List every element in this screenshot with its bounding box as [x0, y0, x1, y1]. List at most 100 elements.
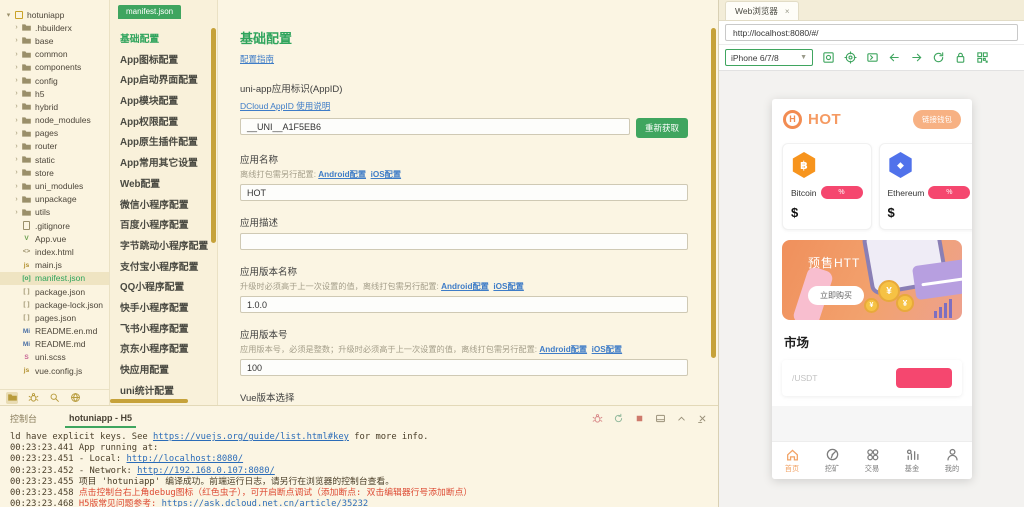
manifest-section-App图标配置[interactable]: App图标配置: [110, 51, 211, 72]
tree-item-uni_modules[interactable]: ›uni_modules: [0, 179, 109, 192]
tree-item-store[interactable]: ›store: [0, 166, 109, 179]
android-config-link[interactable]: Android配置: [441, 282, 489, 291]
tabbar-item-交易[interactable]: 交易: [852, 442, 892, 479]
console-tab-hotuniapp-h5[interactable]: hotuniapp - H5: [65, 409, 136, 428]
ios-config-link[interactable]: iOS配置: [493, 282, 523, 291]
manifest-section-Web配置[interactable]: Web配置: [110, 175, 211, 196]
tree-item-components[interactable]: ›components: [0, 61, 109, 74]
tree-item-vue.config.js[interactable]: jsvue.config.js: [0, 364, 109, 377]
back-icon[interactable]: [888, 51, 901, 64]
lock-icon[interactable]: [954, 51, 967, 64]
tree-item-README.md[interactable]: MiREADME.md: [0, 338, 109, 351]
presale-banner[interactable]: ¥ ¥ ¥ 预售HTT 立即购买: [782, 240, 962, 320]
screenshot-icon[interactable]: [822, 51, 835, 64]
globe-icon[interactable]: [69, 392, 81, 404]
manifest-section-微信小程序配置[interactable]: 微信小程序配置: [110, 196, 211, 217]
clear-icon[interactable]: [697, 413, 708, 424]
tabbar-item-挖矿[interactable]: 挖矿: [812, 442, 852, 479]
manifest-section-App启动界面配置[interactable]: App启动界面配置: [110, 71, 211, 92]
tree-item-hotuniapp[interactable]: ▾hotuniapp: [0, 8, 109, 21]
bug-icon[interactable]: [592, 413, 603, 424]
tree-item-utils[interactable]: ›utils: [0, 206, 109, 219]
manifest-section-App模块配置[interactable]: App模块配置: [110, 92, 211, 113]
search-icon[interactable]: [48, 392, 60, 404]
manifest-section-QQ小程序配置[interactable]: QQ小程序配置: [110, 278, 211, 299]
percent-badge[interactable]: %: [928, 186, 970, 199]
tree-item-pages[interactable]: ›pages: [0, 127, 109, 140]
tree-item-README.en.md[interactable]: MiREADME.en.md: [0, 325, 109, 338]
forward-icon[interactable]: [910, 51, 923, 64]
tree-item-uni.scss[interactable]: Suni.scss: [0, 351, 109, 364]
android-config-link[interactable]: Android配置: [539, 345, 587, 354]
guide-link[interactable]: 配置指南: [240, 54, 274, 64]
manifest-section-App原生插件配置[interactable]: App原生插件配置: [110, 133, 211, 154]
tree-item-manifest.json[interactable]: [o]manifest.json: [0, 272, 109, 285]
manifest-section-快手小程序配置[interactable]: 快手小程序配置: [110, 299, 211, 320]
tree-item-node_modules[interactable]: ›node_modules: [0, 114, 109, 127]
manifest-section-App权限配置[interactable]: App权限配置: [110, 113, 211, 134]
app-name-input[interactable]: HOT: [240, 184, 688, 201]
debug-icon[interactable]: [844, 51, 857, 64]
url-input[interactable]: http://localhost:8080/#/: [725, 24, 1018, 41]
coin-card-ethereum[interactable]: ◆Ethereum%$: [879, 143, 972, 230]
tree-item-index.html[interactable]: <>index.html: [0, 245, 109, 258]
coin-card-bitcoin[interactable]: ฿Bitcoin%$: [782, 143, 872, 230]
tree-item-pages.json[interactable]: [ ]pages.json: [0, 311, 109, 324]
tree-item-common[interactable]: ›common: [0, 48, 109, 61]
folder-icon[interactable]: [6, 392, 18, 404]
tree-item-hybrid[interactable]: ›hybrid: [0, 100, 109, 113]
console-link[interactable]: https://vuejs.org/guide/list.html#key: [153, 432, 349, 442]
manifest-section-快应用配置[interactable]: 快应用配置: [110, 361, 211, 382]
market-action-button[interactable]: [896, 368, 952, 388]
form-vertical-scrollbar[interactable]: [711, 28, 716, 358]
console-link[interactable]: http://localhost:8080/: [127, 454, 244, 464]
app-desc-input[interactable]: [240, 233, 688, 250]
browser-tab[interactable]: Web浏览器 ×: [725, 1, 799, 20]
manifest-section-App常用其它设置[interactable]: App常用其它设置: [110, 154, 211, 175]
manifest-section-百度小程序配置[interactable]: 百度小程序配置: [110, 216, 211, 237]
tree-item-App.vue[interactable]: VApp.vue: [0, 232, 109, 245]
tree-item-static[interactable]: ›static: [0, 153, 109, 166]
restart-icon[interactable]: [613, 413, 624, 424]
qrcode-icon[interactable]: [976, 51, 989, 64]
tree-item-base[interactable]: ›base: [0, 34, 109, 47]
connect-wallet-button[interactable]: 链接钱包: [913, 110, 961, 129]
tab-manifest-json[interactable]: manifest.json: [118, 5, 181, 19]
manifest-section-支付宝小程序配置[interactable]: 支付宝小程序配置: [110, 258, 211, 279]
tree-item-.hbuilderx[interactable]: ›.hbuilderx: [0, 21, 109, 34]
ios-config-link[interactable]: iOS配置: [592, 345, 622, 354]
console-link[interactable]: http://192.168.0.107:8080/: [137, 466, 275, 476]
tree-item-.gitignore[interactable]: .gitignore: [0, 219, 109, 232]
version-name-input[interactable]: 1.0.0: [240, 296, 688, 313]
buy-now-button[interactable]: 立即购买: [808, 286, 864, 305]
appid-doc-link[interactable]: DCloud AppID 使用说明: [240, 101, 330, 111]
ios-config-link[interactable]: iOS配置: [371, 170, 401, 179]
tree-item-h5[interactable]: ›h5: [0, 87, 109, 100]
tree-item-router[interactable]: ›router: [0, 140, 109, 153]
manifest-section-京东小程序配置[interactable]: 京东小程序配置: [110, 340, 211, 361]
manifest-section-飞书小程序配置[interactable]: 飞书小程序配置: [110, 320, 211, 341]
tree-item-unpackage[interactable]: ›unpackage: [0, 193, 109, 206]
tree-item-main.js[interactable]: jsmain.js: [0, 259, 109, 272]
refresh-icon[interactable]: [932, 51, 945, 64]
android-config-link[interactable]: Android配置: [318, 170, 366, 179]
nav-vertical-scrollbar[interactable]: [211, 28, 216, 243]
tabbar-item-首页[interactable]: 首页: [772, 442, 812, 479]
bug-icon[interactable]: [27, 392, 39, 404]
percent-badge[interactable]: %: [821, 186, 863, 199]
manifest-section-字节跳动小程序配置[interactable]: 字节跳动小程序配置: [110, 237, 211, 258]
tree-item-package.json[interactable]: [ ]package.json: [0, 285, 109, 298]
window-icon[interactable]: [655, 413, 666, 424]
stop-icon[interactable]: [634, 413, 645, 424]
tabbar-item-我的[interactable]: 我的: [932, 442, 972, 479]
tree-item-config[interactable]: ›config: [0, 74, 109, 87]
tree-item-package-lock.json[interactable]: [ ]package-lock.json: [0, 298, 109, 311]
console-link[interactable]: https://ask.dcloud.net.cn/article/35232: [162, 499, 369, 507]
appid-input[interactable]: __UNI__A1F5EB6: [240, 118, 630, 135]
market-row[interactable]: /USDT: [782, 360, 962, 396]
version-code-input[interactable]: 100: [240, 359, 688, 376]
manifest-section-基础配置[interactable]: 基础配置: [110, 30, 211, 51]
refresh-appid-button[interactable]: 重新获取: [636, 118, 688, 138]
close-icon[interactable]: ×: [785, 7, 790, 16]
devtools-icon[interactable]: [866, 51, 879, 64]
